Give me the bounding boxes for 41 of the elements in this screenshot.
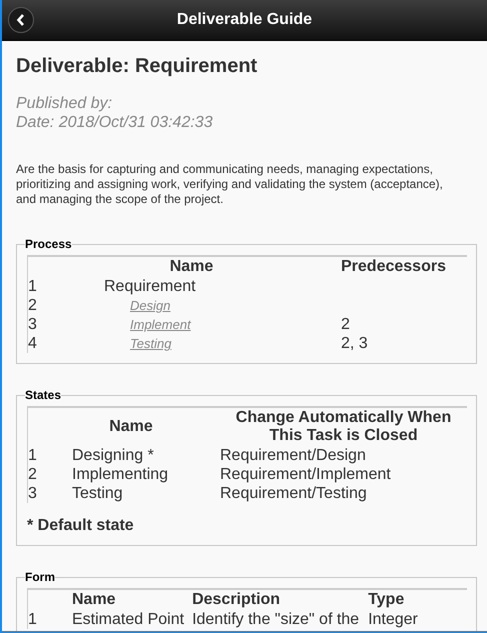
page-title: Deliverable: Requirement — [16, 55, 258, 78]
panel-legend: Form — [25, 570, 55, 584]
panel-legend: States — [25, 388, 62, 402]
panel-legend: Process — [25, 237, 72, 251]
published-by: Published by: — [16, 94, 114, 113]
default-state-note: * Default state — [27, 517, 135, 535]
task-link[interactable]: Implement — [130, 317, 191, 332]
table-cell: Requirement — [104, 278, 196, 295]
table-cell-text: Testing — [71, 484, 124, 503]
table-cell-text: 2 — [28, 465, 38, 484]
table-cell-text: Identify the "size" of the — [192, 610, 360, 629]
column-header: Change Automatically When This Task is Closed — [220, 407, 467, 446]
table-cell-text: Requirement/Testing — [220, 484, 368, 503]
column-header: Predecessors — [341, 256, 467, 277]
table-cell-text: Implementing — [71, 465, 170, 484]
column-header: Description — [192, 589, 368, 610]
table-cell-text: 2 — [28, 296, 38, 315]
column-header: Name — [42, 256, 341, 277]
chevron-left-icon — [16, 14, 26, 26]
table-cell: 2 — [341, 316, 350, 333]
back-button[interactable] — [8, 7, 34, 33]
table-cell-text: 1 — [28, 610, 38, 629]
header-title: Deliverable Guide — [176, 11, 312, 29]
table-cell-text: 4 — [28, 334, 38, 353]
task-link[interactable]: Design — [130, 298, 170, 313]
description-text: Are the basis for capturing and communicating needs, managing expectations, prioritizing and assigning work, verifying and validating the system (acceptance), and managing the scope of the project. — [16, 162, 444, 207]
table-cell-text: Integer — [368, 610, 419, 629]
column-header: Type — [368, 589, 467, 610]
table-cell-text: Estimated Point — [71, 610, 186, 629]
table-cell-text: 1 — [28, 446, 38, 465]
task-link[interactable]: Testing — [130, 336, 172, 351]
table-cell-text: Requirement/Implement — [220, 465, 392, 484]
column-header: Name — [42, 407, 220, 446]
table-cell-text: Designing * — [71, 446, 155, 465]
table-cell-text: 3 — [28, 484, 38, 503]
table-cell-text: 3 — [28, 315, 38, 334]
table-cell-text: Requirement/Design — [220, 446, 367, 465]
published-date: Date: 2018/Oct/31 03:42:33 — [16, 113, 214, 132]
column-header: Name — [42, 589, 192, 610]
table-cell-text: 1 — [28, 277, 38, 296]
table-cell: 2, 3 — [341, 335, 368, 352]
